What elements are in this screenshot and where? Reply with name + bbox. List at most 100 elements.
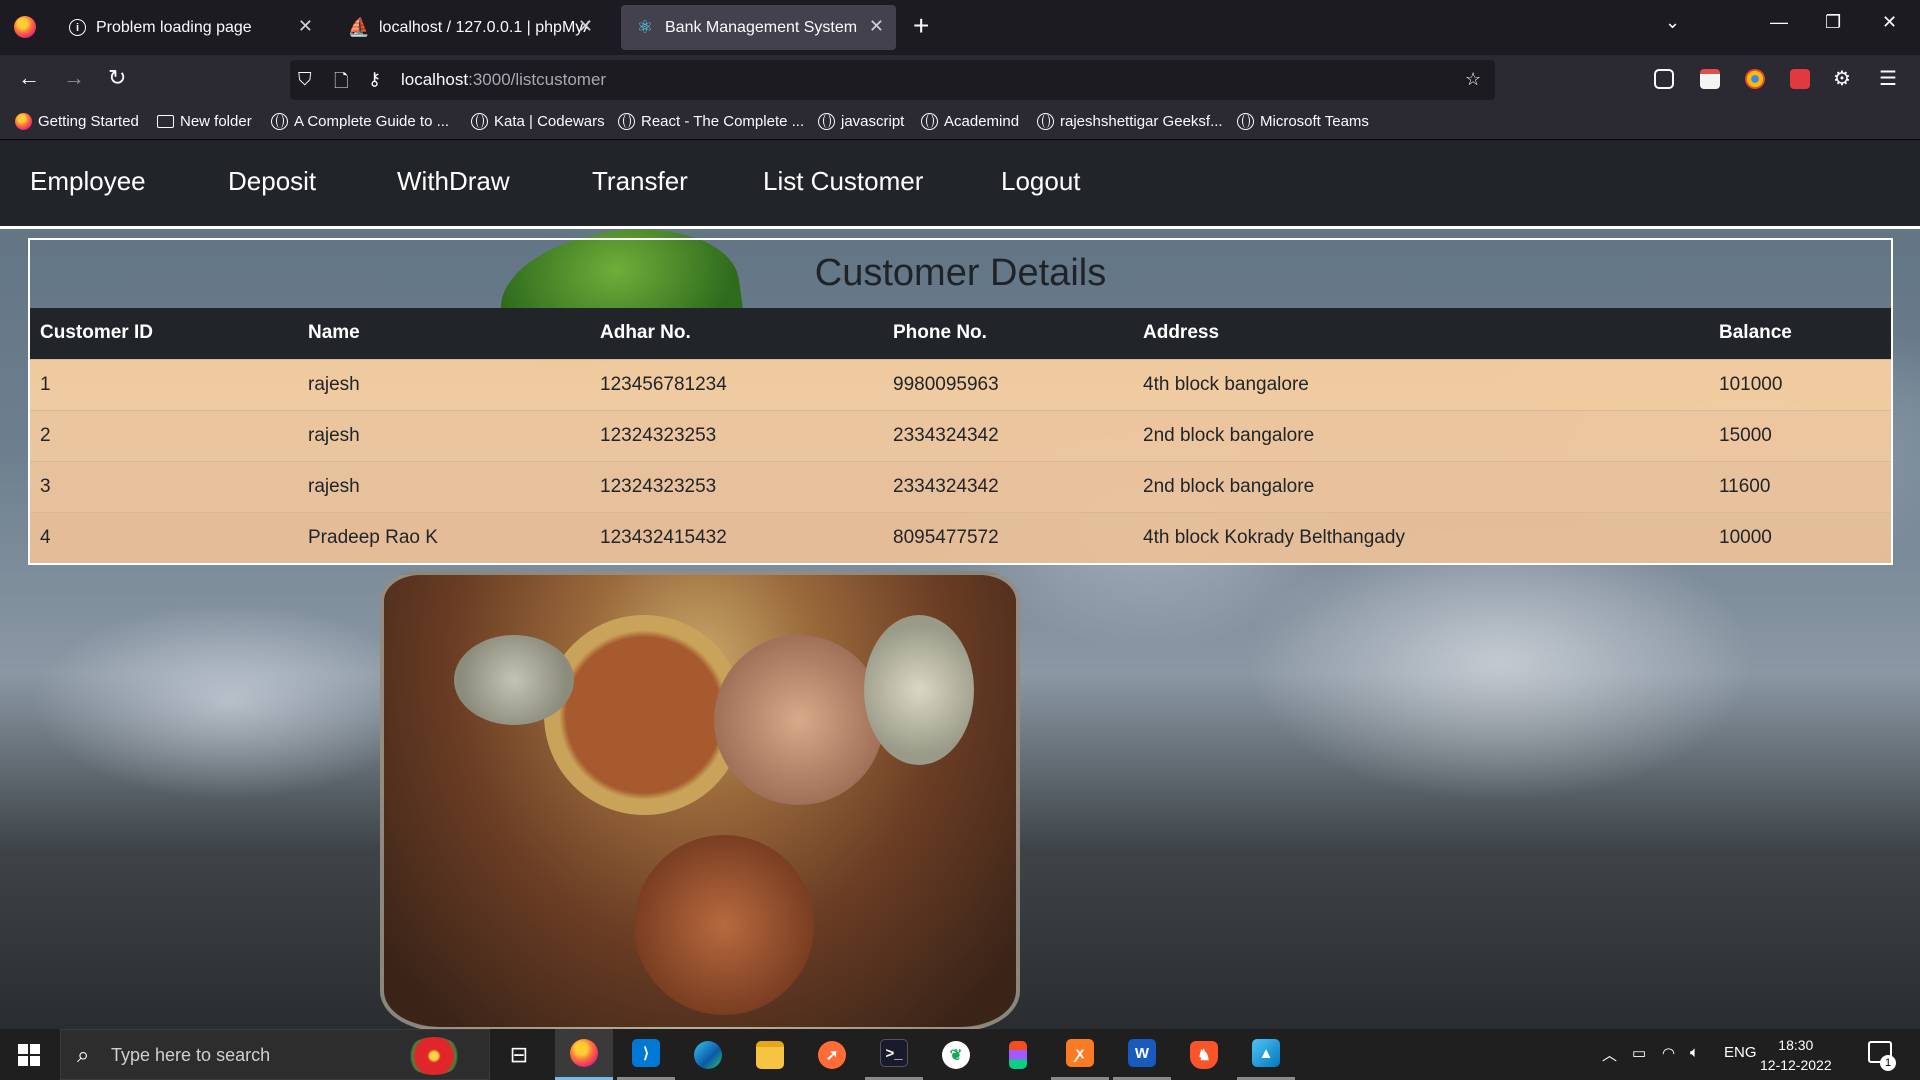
taskbar-vscode-icon[interactable]: ⟩ — [617, 1029, 675, 1080]
bookmark-codewars[interactable]: Kata | Codewars — [471, 113, 605, 130]
cell-adhar: 123432415432 — [600, 526, 727, 548]
extensions-gear-icon[interactable]: ⚙ — [1833, 66, 1851, 91]
cell-name: rajesh — [308, 373, 360, 395]
minimize-button[interactable]: — — [1770, 12, 1788, 33]
bookmark-complete-guide[interactable]: A Complete Guide to ... — [271, 113, 449, 130]
new-tab-button[interactable]: + — [913, 10, 929, 42]
language-indicator[interactable]: ENG — [1724, 1044, 1757, 1061]
search-highlight-flower-icon — [406, 1037, 462, 1075]
globe-icon — [271, 113, 288, 130]
terminal-icon: >_ — [880, 1039, 908, 1067]
forward-icon[interactable]: → — [63, 65, 85, 91]
bookmark-geeksforgeeks[interactable]: rajeshshettigar Geeksf... — [1037, 113, 1223, 130]
show-hidden-icons-chevron-icon[interactable]: ︿ — [1602, 1044, 1617, 1065]
clock-time: 18:30 — [1778, 1037, 1814, 1053]
folder-icon — [756, 1040, 784, 1069]
page-icon[interactable]: 🗋 — [334, 69, 348, 99]
tab-problem-loading[interactable]: i Problem loading page ✕ — [55, 5, 325, 50]
close-icon[interactable]: ✕ — [578, 16, 593, 37]
table-row: 2 rajesh 12324323253 2334324342 2nd bloc… — [30, 410, 1891, 461]
pocket-icon[interactable] — [1654, 69, 1674, 89]
back-icon[interactable]: ← — [18, 65, 40, 91]
cell-adhar: 123456781234 — [600, 373, 727, 395]
tab-bank-management[interactable]: ⚛ Bank Management System ✕ — [621, 5, 896, 50]
xampp-icon: ꭗ — [1066, 1039, 1094, 1067]
cell-name: rajesh — [308, 475, 360, 497]
taskbar-mongodb-icon[interactable]: ❦ — [927, 1029, 985, 1080]
cell-name: rajesh — [308, 424, 360, 446]
bookmark-academind[interactable]: Academind — [921, 113, 1019, 130]
menu-icon[interactable]: ☰ — [1879, 66, 1897, 91]
taskbar-search-box[interactable]: ⌕ Type here to search — [60, 1029, 490, 1080]
background-coin — [714, 635, 884, 805]
column-header-name: Name — [308, 322, 360, 344]
restore-button[interactable]: ❐ — [1825, 12, 1841, 33]
figma-icon — [1009, 1040, 1027, 1069]
cell-name: Pradeep Rao K — [308, 526, 438, 548]
taskbar-xampp-icon[interactable]: ꭗ — [1051, 1029, 1109, 1080]
column-header-address: Address — [1143, 322, 1220, 344]
table-row: 3 rajesh 12324323253 2334324342 2nd bloc… — [30, 461, 1891, 512]
cell-address: 4th block bangalore — [1143, 373, 1309, 395]
windows-start-icon[interactable] — [18, 1044, 40, 1066]
tab-strip: i Problem loading page ✕ ⛵ localhost / 1… — [0, 0, 1920, 55]
reload-icon[interactable]: ↻ — [108, 65, 126, 91]
taskbar-postman-icon[interactable]: ➚ — [803, 1029, 861, 1080]
taskbar-file-explorer-icon[interactable] — [741, 1029, 799, 1080]
extension-red-icon[interactable] — [1790, 69, 1810, 89]
cell-customer-id: 1 — [40, 373, 51, 395]
nav-list-customer[interactable]: List Customer — [763, 166, 923, 197]
notification-badge: 1 — [1880, 1055, 1896, 1071]
firefox-icon[interactable] — [14, 16, 36, 38]
customer-table: Customer ID Name Adhar No. Phone No. Add… — [30, 308, 1891, 563]
close-icon[interactable]: ✕ — [298, 16, 313, 37]
bookmark-star-icon[interactable]: ☆ — [1465, 69, 1481, 90]
nav-employee[interactable]: Employee — [30, 166, 146, 197]
bookmark-getting-started[interactable]: Getting Started — [15, 113, 139, 130]
bookmark-javascript[interactable]: javascript — [818, 113, 904, 130]
taskbar-word-icon[interactable]: W — [1113, 1029, 1171, 1080]
taskbar-photos-icon[interactable]: ▲ — [1237, 1029, 1295, 1080]
cell-address: 2nd block bangalore — [1143, 424, 1315, 446]
postman-icon: ➚ — [818, 1040, 846, 1069]
bookmark-react[interactable]: React - The Complete ... — [618, 113, 804, 130]
shield-icon[interactable]: ⛉ — [298, 69, 312, 90]
volume-icon[interactable]: 🔈︎ — [1690, 1044, 1699, 1061]
bookmark-new-folder[interactable]: New folder — [157, 113, 252, 130]
taskbar-firefox-icon[interactable] — [555, 1029, 613, 1080]
table-row: 4 Pradeep Rao K 123432415432 8095477572 … — [30, 512, 1891, 563]
page-viewport: Employee Deposit WithDraw Transfer List … — [0, 141, 1920, 1029]
nav-logout[interactable]: Logout — [1001, 166, 1081, 197]
taskbar-figma-icon[interactable] — [989, 1029, 1047, 1080]
column-header-balance: Balance — [1719, 322, 1792, 344]
close-window-button[interactable]: ✕ — [1882, 12, 1897, 33]
wifi-icon[interactable]: ◠ — [1662, 1044, 1675, 1062]
taskbar-edge-icon[interactable] — [679, 1029, 737, 1080]
tab-title: Bank Management System — [665, 18, 858, 36]
taskbar-brave-icon[interactable]: ♞ — [1175, 1029, 1233, 1080]
taskbar-clock[interactable]: 18:30 12-12-2022 — [1760, 1035, 1832, 1075]
extension-chrome-icon[interactable] — [1745, 69, 1765, 89]
edge-icon — [694, 1040, 722, 1069]
url-bar[interactable]: ⛉ 🗋 ⚷ localhost:3000/listcustomer ☆ — [290, 60, 1495, 100]
vscode-icon: ⟩ — [632, 1039, 660, 1067]
close-icon[interactable]: ✕ — [869, 16, 884, 37]
key-icon[interactable]: ⚷ — [368, 69, 381, 90]
photos-icon: ▲ — [1252, 1039, 1280, 1067]
url-text[interactable]: localhost:3000/listcustomer — [401, 70, 606, 90]
tab-phpmyadmin[interactable]: ⛵ localhost / 127.0.0.1 | phpMyAd ✕ — [335, 5, 605, 50]
cell-balance: 10000 — [1719, 526, 1772, 548]
nav-transfer[interactable]: Transfer — [592, 166, 688, 197]
cell-address: 4th block Kokrady Belthangady — [1143, 526, 1405, 548]
taskbar: ⌕ Type here to search ⊟ ⟩ ➚ >_ ❦ ꭗ W ♞ ▲… — [0, 1029, 1920, 1080]
nav-deposit[interactable]: Deposit — [228, 166, 316, 197]
taskbar-terminal-icon[interactable]: >_ — [865, 1029, 923, 1080]
battery-icon[interactable]: ▭ — [1632, 1044, 1646, 1062]
cell-balance: 15000 — [1719, 424, 1772, 446]
nav-withdraw[interactable]: WithDraw — [397, 166, 510, 197]
bookmark-microsoft-teams[interactable]: Microsoft Teams — [1237, 113, 1369, 130]
task-view-icon[interactable]: ⊟ — [490, 1029, 548, 1080]
list-tabs-icon[interactable]: ⌄ — [1665, 12, 1680, 33]
bookmark-label: Kata | Codewars — [494, 113, 605, 130]
extension-calendar-icon[interactable] — [1700, 69, 1720, 89]
